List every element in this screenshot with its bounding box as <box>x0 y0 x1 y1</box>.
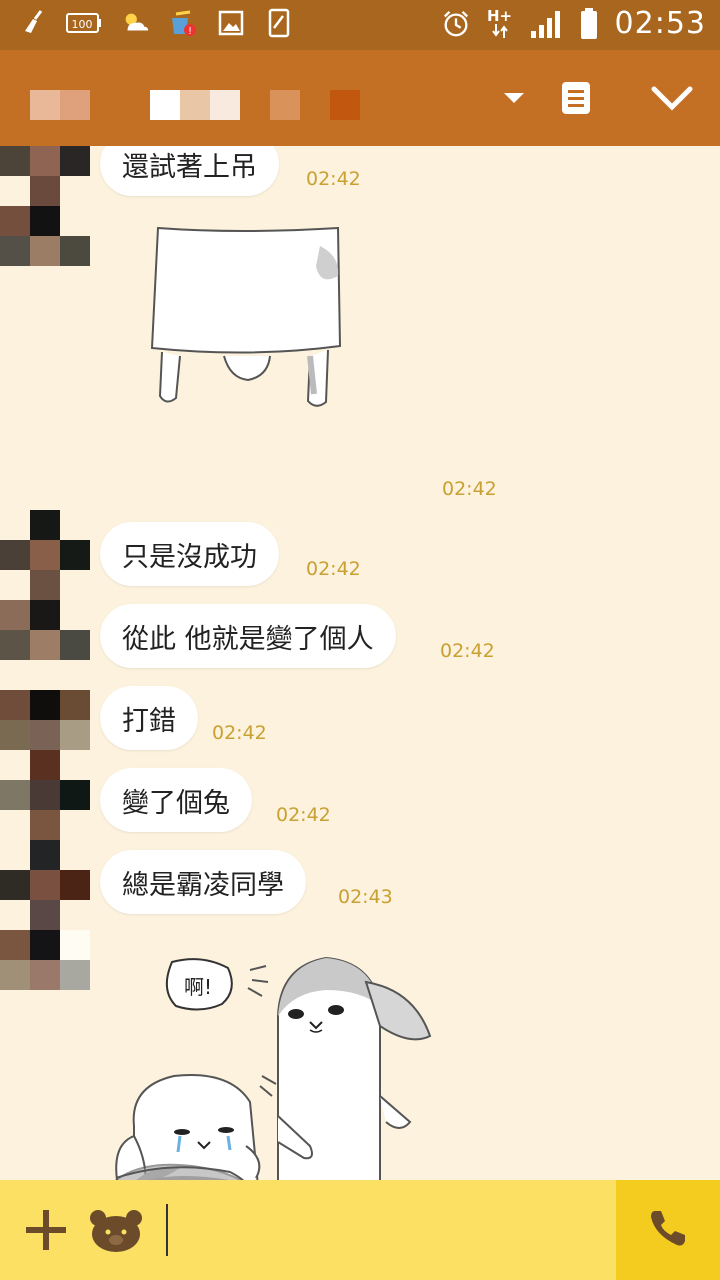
alarm-icon <box>441 9 471 39</box>
message-bubble[interactable]: 只是沒成功 <box>100 522 279 586</box>
message-time: 02:42 <box>440 640 495 662</box>
message-time: 02:42 <box>442 478 497 500</box>
signal-icon <box>529 9 563 39</box>
message-input[interactable] <box>166 1204 608 1256</box>
hanging-cat-sticker[interactable] <box>130 216 370 416</box>
avatar[interactable] <box>0 146 90 266</box>
battery-percent-text: 100 <box>72 18 93 31</box>
avatar[interactable] <box>0 510 90 660</box>
message-bubble[interactable]: 打錯 <box>100 686 198 750</box>
network-type-text: H+ <box>486 7 513 25</box>
message-bubble[interactable]: 總是霸凌同學 <box>100 850 306 914</box>
message-time: 02:42 <box>306 168 361 190</box>
image-icon <box>216 8 246 38</box>
message-time: 02:43 <box>338 886 393 908</box>
chat-header <box>0 50 720 146</box>
weather-icon <box>120 8 150 38</box>
rabbits-sticker[interactable]: 啊! <box>110 946 450 1180</box>
message-input-bar <box>0 1180 720 1280</box>
network-icon: H+ <box>487 9 513 39</box>
message-bubble[interactable]: 還試著上吊 <box>100 146 279 196</box>
message-time: 02:42 <box>306 558 361 580</box>
status-right-icons: H+ 02:53 <box>441 6 706 41</box>
message-time: 02:42 <box>212 722 267 744</box>
notes-icon[interactable] <box>550 72 602 124</box>
screenshot-icon <box>264 8 294 38</box>
avatar[interactable] <box>0 690 90 990</box>
battery-icon <box>579 7 599 39</box>
chat-message-list[interactable]: 還試著上吊 02:42 02:42 只是沒成功 02:42 從此 他就是變了個人… <box>0 146 720 1180</box>
message-bubble[interactable]: 從此 他就是變了個人 <box>100 604 396 668</box>
status-left-icons: 100 ! <box>18 8 294 38</box>
clock-time: 02:53 <box>614 6 706 41</box>
message-time: 02:42 <box>276 804 331 826</box>
battery-100-icon: 100 <box>66 8 102 38</box>
bear-sticker-icon[interactable] <box>88 1206 144 1254</box>
status-bar: 100 ! H+ 02:53 <box>0 0 720 50</box>
chevron-down-icon[interactable] <box>646 72 698 124</box>
message-bubble[interactable]: 變了個兔 <box>100 768 252 832</box>
call-button[interactable] <box>616 1180 720 1280</box>
dropdown-arrow-icon[interactable] <box>488 72 540 124</box>
svg-text:!: ! <box>188 26 192 37</box>
phone-icon <box>647 1207 689 1253</box>
store-alert-icon: ! <box>168 8 198 38</box>
plus-icon[interactable] <box>22 1206 70 1254</box>
broom-icon <box>18 8 48 38</box>
sticker-exclaim-text: 啊! <box>184 975 212 999</box>
